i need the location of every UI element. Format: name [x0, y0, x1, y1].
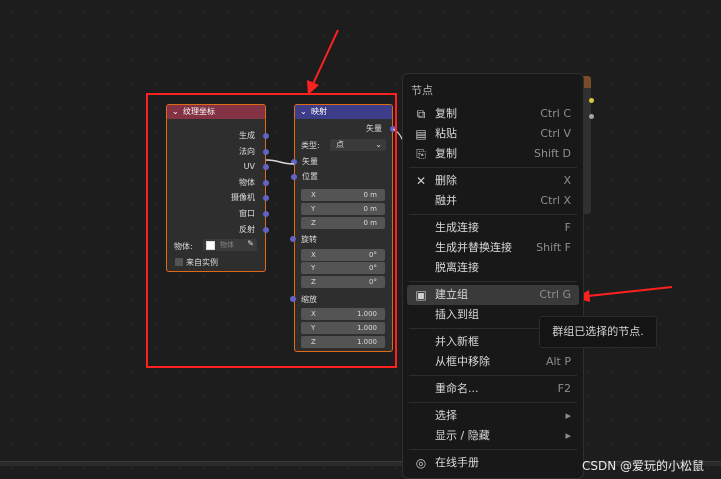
menu-item-paste[interactable]: ▤ 粘贴 Ctrl V	[407, 124, 579, 144]
menu-item-make-links[interactable]: 生成连接 F	[407, 218, 579, 238]
menu-item-duplicate[interactable]: ⎘ 复制 Shift D	[407, 144, 579, 164]
node-context-menu: 节点 ⧉ 复制 Ctrl C ▤ 粘贴 Ctrl V ⎘ 复制 Shift D ✕ 删除 X 融…	[402, 73, 584, 479]
menu-item-remove-from-frame[interactable]: 从框中移除 Alt P	[407, 352, 579, 372]
socket-yellow[interactable]	[589, 98, 594, 103]
menu-separator	[409, 402, 577, 403]
menu-item-online-manual[interactable]: ◎ 在线手册	[407, 453, 579, 473]
menu-item-make-group[interactable]: ▣ 建立组 Ctrl G	[407, 285, 579, 305]
menu-item-make-replace-links[interactable]: 生成并替换连接 Shift F	[407, 238, 579, 258]
globe-icon: ◎	[415, 456, 427, 470]
submenu-arrow-icon: ▸	[565, 429, 571, 442]
menu-separator	[409, 375, 577, 376]
menu-separator	[409, 167, 577, 168]
menu-item-copy[interactable]: ⧉ 复制 Ctrl C	[407, 104, 579, 124]
menu-item-show-hide[interactable]: 显示 / 隐藏 ▸	[407, 426, 579, 446]
partial-node[interactable]	[583, 76, 591, 214]
menu-item-delete[interactable]: ✕ 删除 X	[407, 171, 579, 191]
menu-item-rename[interactable]: 重命名... F2	[407, 379, 579, 399]
menu-separator	[409, 281, 577, 282]
annotation-box	[146, 93, 397, 368]
copy-icon: ⧉	[416, 107, 426, 121]
tooltip: 群组已选择的节点.	[539, 316, 657, 348]
menu-title: 节点	[411, 84, 433, 97]
menu-item-select[interactable]: 选择 ▸	[407, 406, 579, 426]
group-icon: ▣	[415, 288, 427, 302]
socket-gray[interactable]	[589, 114, 594, 119]
watermark: CSDN @爱玩的小松鼠	[582, 459, 705, 473]
x-icon: ✕	[415, 174, 427, 188]
submenu-arrow-icon: ▸	[565, 409, 571, 422]
menu-separator	[409, 449, 577, 450]
menu-separator	[409, 214, 577, 215]
menu-item-dissolve[interactable]: 融并 Ctrl X	[407, 191, 579, 211]
paste-icon: ▤	[415, 127, 427, 141]
menu-item-detach-links[interactable]: 脱离连接	[407, 258, 579, 278]
duplicate-icon: ⎘	[416, 147, 426, 161]
